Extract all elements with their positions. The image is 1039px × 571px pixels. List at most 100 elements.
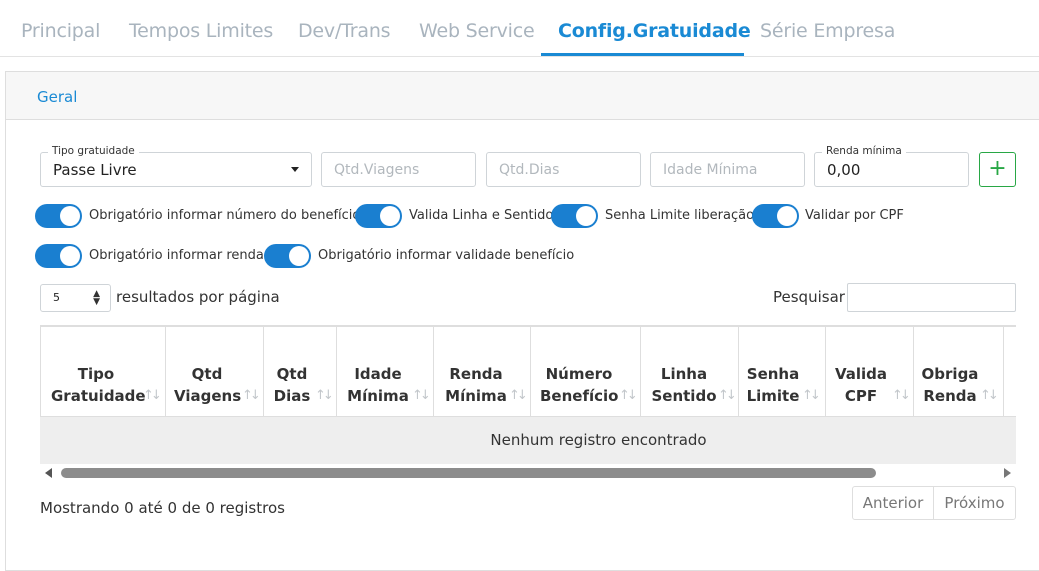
tab-dev-trans[interactable]: Dev/Trans [298,20,391,42]
column-label: Senha [746,365,800,383]
column-header-qtd-viagens[interactable]: Qtd Viagens ↑↓ [166,327,264,417]
renda-minima-input[interactable]: Renda mínima 0,00 [814,145,969,187]
active-tab-indicator [541,53,744,56]
toggle-knob [60,206,80,226]
column-label: Qtd [276,365,308,383]
search-input[interactable] [847,283,1016,312]
column-label: Tipo [77,365,115,383]
plus-icon: + [988,156,1007,181]
sort-icon: ↑↓ [980,388,999,403]
tab-serie-empresa[interactable]: Série Empresa [760,20,895,42]
column-header-tipo-gratuidade[interactable]: Tipo Gratuidade ↑↓ [41,327,166,417]
tipo-gratuidade-value: Passe Livre [53,161,137,179]
column-label: Idade [354,365,402,383]
search-label: Pesquisar [773,288,845,306]
empty-message: Nenhum registro encontrado [490,431,707,449]
page-length-text: resultados por página [116,288,280,306]
tipo-gratuidade-select[interactable]: Tipo gratuidade Passe Livre [40,145,312,187]
panel-header: Geral [6,72,1039,120]
toggle-label: Valida Linha e Sentido [409,208,554,223]
idade-minima-input[interactable]: Idade Mínima [650,152,805,187]
page-length-select[interactable]: 5 ▲ ▼ [40,284,111,312]
sort-icon: ↑↓ [619,388,638,403]
sort-icon: ↑↓ [412,388,431,403]
sort-icon: ↑↓ [718,388,737,403]
previous-page-button[interactable]: Anterior [853,487,933,519]
sort-icon: ↑↓ [242,388,261,403]
qtd-dias-input[interactable]: Qtd.Dias [486,152,641,187]
toggle-label: Validar por CPF [805,208,904,223]
column-label: Benefício [540,387,619,405]
column-header-numero-beneficio[interactable]: Número Benefício ↑↓ [531,327,641,417]
renda-minima-label: Renda mínima [822,145,906,157]
tab-bar: Principal Tempos Limites Dev/Trans Web S… [0,0,1039,57]
toggle-switch[interactable] [551,204,598,228]
chevron-down-icon [291,167,299,172]
column-header-renda-minima[interactable]: Renda Mínima ↑↓ [434,327,531,417]
toggle-switch[interactable] [264,244,311,268]
toggle-knob [60,246,80,266]
toggle-label: Senha Limite liberação [605,208,755,223]
tipo-gratuidade-label: Tipo gratuidade [48,145,139,157]
qtd-viagens-placeholder: Qtd.Viagens [334,162,420,178]
scrollbar-thumb[interactable] [61,468,876,478]
toggle-knob [576,206,596,226]
toggle-switch[interactable] [35,244,82,268]
column-header-senha-limite[interactable]: Senha Limite ↑↓ [739,327,826,417]
column-label: Viagens [174,387,242,405]
column-label: Renda [923,387,977,405]
column-label: Mínima [445,387,507,405]
column-label: Sentido [651,387,717,405]
toggle-switch[interactable] [35,204,82,228]
tab-config-gratuidade[interactable]: Config.Gratuidade [558,20,751,42]
column-label: Gratuidade [51,387,146,405]
tab-tempos-limites[interactable]: Tempos Limites [129,20,273,42]
sort-icon: ↑↓ [509,388,528,403]
scroll-right-icon[interactable] [1004,468,1011,478]
column-label: Obriga [921,365,979,383]
toggle-switch[interactable] [355,204,402,228]
toggle-knob [777,206,797,226]
page-length-value: 5 [53,291,60,304]
column-header-linha-sentido[interactable]: Linha Sentido ↑↓ [641,327,739,417]
qtd-viagens-input[interactable]: Qtd.Viagens [321,152,476,187]
data-table: Tipo Gratuidade ↑↓ Qtd Viagens ↑↓ Qtd Dias … [40,325,1016,464]
column-label: Renda [449,365,503,383]
next-page-button[interactable]: Próximo [934,487,1015,519]
table-info: Mostrando 0 até 0 de 0 registros [40,499,285,517]
column-header-obriga-renda[interactable]: Obriga Renda ↑↓ [914,327,1004,417]
tab-principal[interactable]: Principal [21,20,100,42]
column-label: Número [545,365,613,383]
column-label: CPF [844,387,878,405]
toggle-switch[interactable] [752,204,799,228]
toggle-knob [380,206,400,226]
toggle-label: Obrigatório informar renda [89,248,264,263]
pagination: Anterior Próximo [852,486,1016,520]
column-label: Mínima [347,387,409,405]
toggle-label: Obrigatório informar validade benefício [318,248,575,263]
sort-icon: ↑↓ [315,388,334,403]
table-header: Tipo Gratuidade ↑↓ Qtd Viagens ↑↓ Qtd Dias … [40,327,1016,417]
sort-icon: ↑↓ [802,388,821,403]
add-button[interactable]: + [979,152,1016,187]
panel-title[interactable]: Geral [37,88,77,106]
toggle-knob [289,246,309,266]
column-header-idade-minima[interactable]: Idade Mínima ↑↓ [337,327,434,417]
column-header-qtd-dias[interactable]: Qtd Dias ↑↓ [264,327,337,417]
qtd-dias-placeholder: Qtd.Dias [499,162,560,178]
updown-arrow-icon: ▲ ▼ [93,289,100,307]
renda-minima-value: 0,00 [827,161,861,179]
toggle-label: Obrigatório informar número do benefício [89,208,361,223]
scroll-left-icon[interactable] [45,468,52,478]
sort-icon: ↑↓ [892,388,911,403]
column-label: Linha [660,365,708,383]
idade-minima-placeholder: Idade Mínima [663,162,758,178]
column-label: Dias [273,387,311,405]
column-header-valida-cpf[interactable]: Valida CPF ↑↓ [826,327,914,417]
column-label: Qtd [191,365,223,383]
sort-icon: ↑↓ [143,388,162,403]
horizontal-scrollbar[interactable] [40,464,1016,482]
column-label: Limite [746,387,800,405]
tab-web-service[interactable]: Web Service [419,20,535,42]
column-label: Valida [834,365,888,383]
